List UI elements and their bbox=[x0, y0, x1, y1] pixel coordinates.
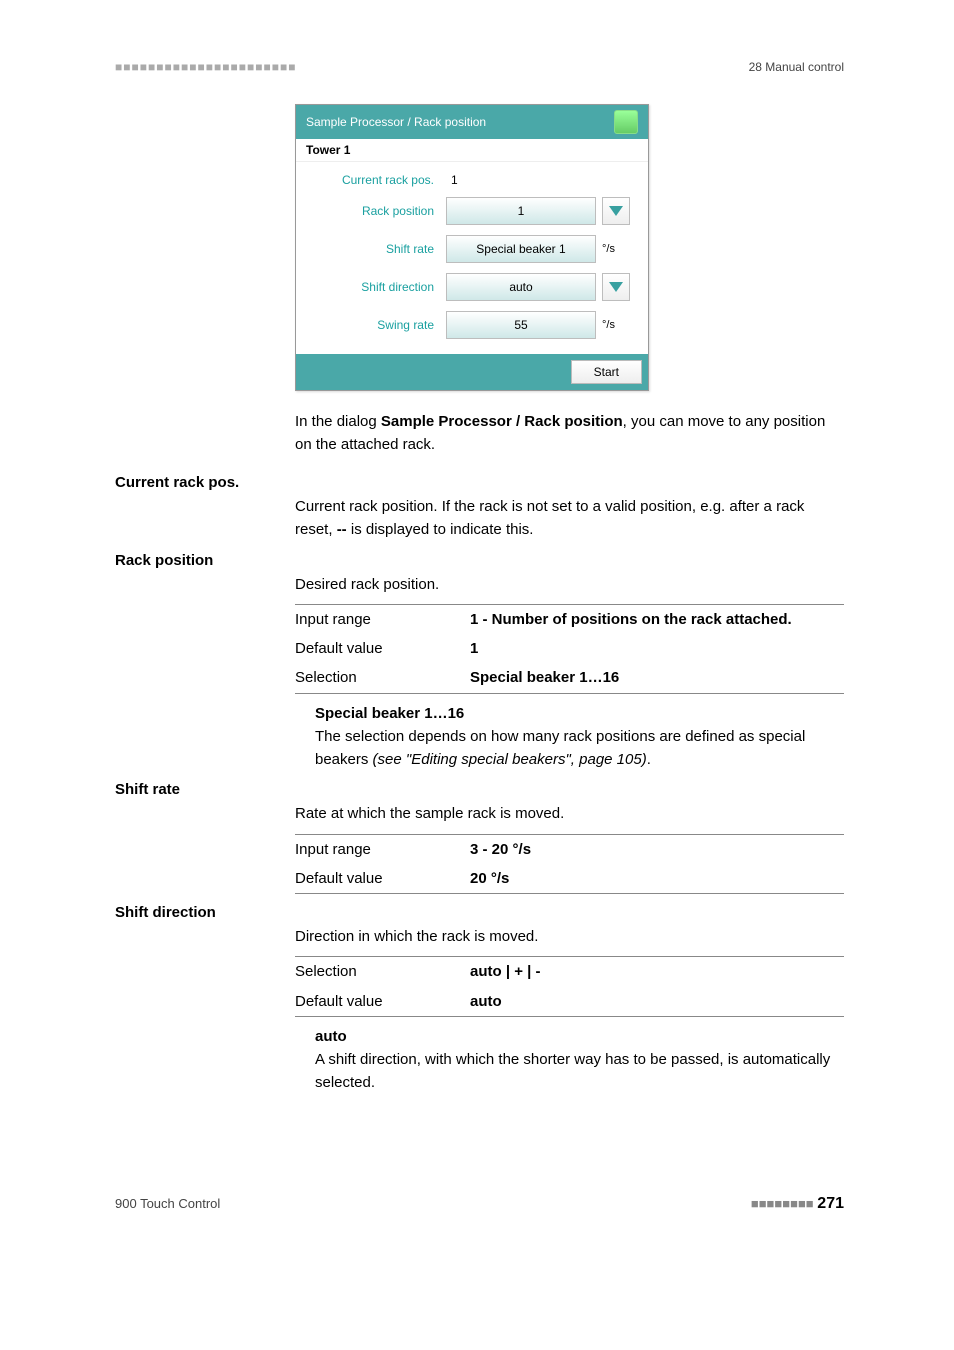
desc-current-rack-pos: Current rack position. If the rack is no… bbox=[295, 495, 844, 542]
sr-r1v: 3 - 20 °/s bbox=[470, 841, 531, 858]
input-swing-rate[interactable]: 55 bbox=[446, 311, 596, 339]
sub-sb-p3: . bbox=[647, 751, 651, 768]
cur-p3: is displayed to indicate this. bbox=[347, 521, 534, 538]
dialog-titlebar: Sample Processor / Rack position bbox=[296, 105, 648, 139]
heading-shift-direction: Shift direction bbox=[115, 904, 844, 921]
table-rack-position: Input range1 - Number of positions on th… bbox=[295, 604, 844, 694]
intro-text-a: In the dialog bbox=[295, 413, 381, 430]
header-chapter: 28 Manual control bbox=[749, 60, 844, 74]
rp-r1k: Input range bbox=[295, 604, 470, 634]
sd-r1k: Selection bbox=[295, 957, 470, 987]
sd-r2k: Default value bbox=[295, 987, 470, 1017]
intro-text-bold: Sample Processor / Rack position bbox=[381, 413, 623, 430]
label-shift-direction: Shift direction bbox=[306, 280, 446, 294]
cur-p2: -- bbox=[337, 521, 347, 538]
rp-r2v: 1 bbox=[470, 640, 478, 657]
sr-r1k: Input range bbox=[295, 834, 470, 864]
dialog-footer: Start bbox=[296, 354, 648, 390]
sr-r2v: 20 °/s bbox=[470, 870, 509, 887]
intro-paragraph: In the dialog Sample Processor / Rack po… bbox=[295, 411, 844, 456]
dialog-subtitle: Tower 1 bbox=[296, 139, 648, 162]
heading-rack-position: Rack position bbox=[115, 552, 844, 569]
desc-shift-direction: Direction in which the rack is moved. bbox=[295, 925, 844, 948]
page-footer: 900 Touch Control ■■■■■■■■ 271 bbox=[115, 1195, 844, 1213]
sr-r2k: Default value bbox=[295, 864, 470, 894]
sub-auto-text: A shift direction, with which the shorte… bbox=[315, 1048, 844, 1095]
sub-sb-p2: (see "Editing special beakers", page 105… bbox=[373, 751, 647, 768]
row-shift-direction: Shift direction auto bbox=[296, 268, 648, 306]
footer-dots: ■■■■■■■■ bbox=[751, 1196, 814, 1211]
desc-rack-position: Desired rack position. bbox=[295, 573, 844, 596]
rp-r3k: Selection bbox=[295, 663, 470, 693]
sub-special-beaker: Special beaker 1…16 The selection depend… bbox=[315, 702, 844, 772]
heading-shift-rate: Shift rate bbox=[115, 781, 844, 798]
chevron-down-icon bbox=[609, 206, 623, 216]
page-number: 271 bbox=[817, 1195, 844, 1212]
page-header: ■■■■■■■■■■■■■■■■■■■■■■ 28 Manual control bbox=[115, 60, 844, 74]
dialog-body: Current rack pos. 1 Rack position 1 Shif… bbox=[296, 162, 648, 354]
dropdown-shift-direction[interactable] bbox=[602, 273, 630, 301]
desc-shift-rate: Rate at which the sample rack is moved. bbox=[295, 802, 844, 825]
row-shift-rate: Shift rate Special beaker 1 °/s bbox=[296, 230, 648, 268]
input-rack-position[interactable]: 1 bbox=[446, 197, 596, 225]
footer-product: 900 Touch Control bbox=[115, 1196, 220, 1211]
sd-r2v: auto bbox=[470, 993, 502, 1010]
row-swing-rate: Swing rate 55 °/s bbox=[296, 306, 648, 344]
table-shift-rate: Input range3 - 20 °/s Default value20 °/… bbox=[295, 834, 844, 895]
start-button[interactable]: Start bbox=[571, 360, 642, 384]
input-shift-direction[interactable]: auto bbox=[446, 273, 596, 301]
label-swing-rate: Swing rate bbox=[306, 318, 446, 332]
rp-r3v: Special beaker 1…16 bbox=[470, 669, 619, 686]
dropdown-rack-position[interactable] bbox=[602, 197, 630, 225]
label-current-rack-pos: Current rack pos. bbox=[306, 173, 446, 187]
home-icon[interactable] bbox=[614, 110, 638, 134]
unit-shift-rate: °/s bbox=[602, 243, 615, 255]
label-rack-position: Rack position bbox=[306, 204, 446, 218]
value-current-rack-pos: 1 bbox=[446, 173, 596, 187]
dialog-title: Sample Processor / Rack position bbox=[306, 115, 486, 129]
rp-r2k: Default value bbox=[295, 634, 470, 663]
sd-r1v: auto | + | - bbox=[470, 963, 540, 980]
sub-auto: auto A shift direction, with which the s… bbox=[315, 1025, 844, 1095]
table-shift-direction: Selectionauto | + | - Default valueauto bbox=[295, 956, 844, 1017]
input-shift-rate[interactable]: Special beaker 1 bbox=[446, 235, 596, 263]
sample-processor-dialog: Sample Processor / Rack position Tower 1… bbox=[295, 104, 649, 391]
header-rule: ■■■■■■■■■■■■■■■■■■■■■■ bbox=[115, 60, 296, 74]
label-shift-rate: Shift rate bbox=[306, 242, 446, 256]
unit-swing-rate: °/s bbox=[602, 319, 615, 331]
heading-current-rack-pos: Current rack pos. bbox=[115, 474, 844, 491]
sub-sb-heading: Special beaker 1…16 bbox=[315, 702, 844, 725]
rp-r1v: 1 - Number of positions on the rack atta… bbox=[470, 611, 792, 628]
row-current-rack-pos: Current rack pos. 1 bbox=[296, 168, 648, 192]
chevron-down-icon bbox=[609, 282, 623, 292]
sub-auto-heading: auto bbox=[315, 1025, 844, 1048]
row-rack-position: Rack position 1 bbox=[296, 192, 648, 230]
